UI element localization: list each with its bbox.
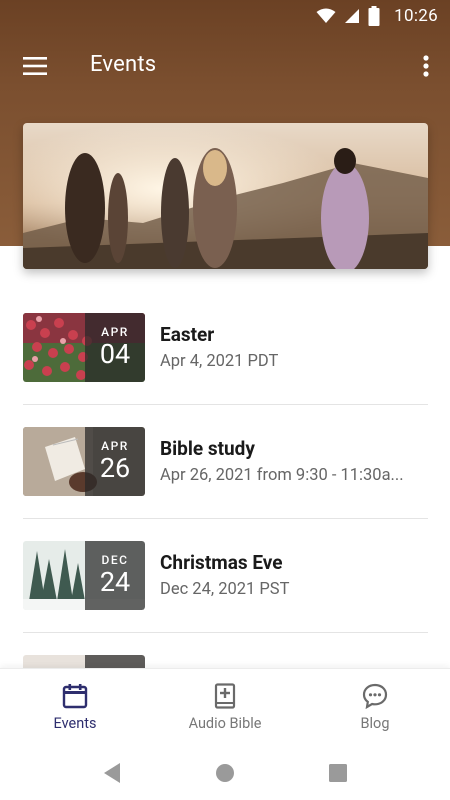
more-vertical-icon xyxy=(423,55,429,77)
event-thumbnail: APR 04 xyxy=(23,313,145,382)
event-date: Apr 26, 2021 from 9:30 - 11:30a... xyxy=(160,466,404,485)
date-month: DEC xyxy=(101,553,129,567)
signal-icon xyxy=(345,9,360,23)
hero-banner-image[interactable] xyxy=(23,123,428,269)
event-date: Apr 4, 2021 PDT xyxy=(160,352,279,371)
list-item[interactable]: DEC 24 Christmas Eve Dec 24, 2021 PST xyxy=(23,528,428,642)
event-date: Dec 24, 2021 PST xyxy=(160,580,290,599)
date-month: APR xyxy=(101,439,129,453)
battery-icon xyxy=(368,6,380,26)
date-month: APR xyxy=(101,325,129,339)
divider xyxy=(23,632,428,633)
divider xyxy=(23,518,428,519)
nav-label: Blog xyxy=(360,715,390,732)
event-thumbnail: APR 26 xyxy=(23,427,145,496)
system-navigation-bar xyxy=(0,746,450,800)
status-time: 10:26 xyxy=(394,6,438,26)
event-title: Easter xyxy=(160,323,215,346)
back-icon[interactable] xyxy=(100,760,126,786)
date-badge: DEC 24 xyxy=(85,541,145,610)
nav-label: Audio Bible xyxy=(188,715,262,732)
recents-icon[interactable] xyxy=(325,760,351,786)
hamburger-menu-icon xyxy=(23,57,47,75)
nav-tab-blog[interactable]: Blog xyxy=(300,669,450,747)
hero-photo xyxy=(23,123,428,269)
date-day: 26 xyxy=(99,452,131,484)
event-thumbnail: DEC 24 xyxy=(23,541,145,610)
menu-button[interactable] xyxy=(14,46,56,86)
date-badge: APR 26 xyxy=(85,427,145,496)
date-day: 24 xyxy=(99,566,131,598)
list-item[interactable]: APR 04 Easter Apr 4, 2021 PDT xyxy=(23,300,428,414)
chat-bubble-icon xyxy=(362,683,388,709)
event-title: Bible study xyxy=(160,437,255,460)
bottom-navigation: Events Audio Bible Blog xyxy=(0,668,450,746)
divider xyxy=(23,404,428,405)
nav-tab-events[interactable]: Events xyxy=(0,669,150,747)
calendar-icon xyxy=(62,684,88,709)
status-bar: 10:26 xyxy=(0,0,450,32)
page-title: Events xyxy=(90,52,157,77)
nav-tab-audio-bible[interactable]: Audio Bible xyxy=(150,669,300,747)
list-item[interactable]: APR 26 Bible study Apr 26, 2021 from 9:3… xyxy=(23,414,428,528)
home-icon[interactable] xyxy=(212,760,238,786)
wifi-icon xyxy=(316,8,336,23)
app-bar: Events xyxy=(0,36,450,96)
date-badge: APR 04 xyxy=(85,313,145,382)
more-options-button[interactable] xyxy=(414,46,438,86)
event-title: Christmas Eve xyxy=(160,551,283,574)
bible-plus-icon xyxy=(214,683,236,709)
nav-label: Events xyxy=(53,715,97,732)
date-day: 04 xyxy=(99,338,131,370)
